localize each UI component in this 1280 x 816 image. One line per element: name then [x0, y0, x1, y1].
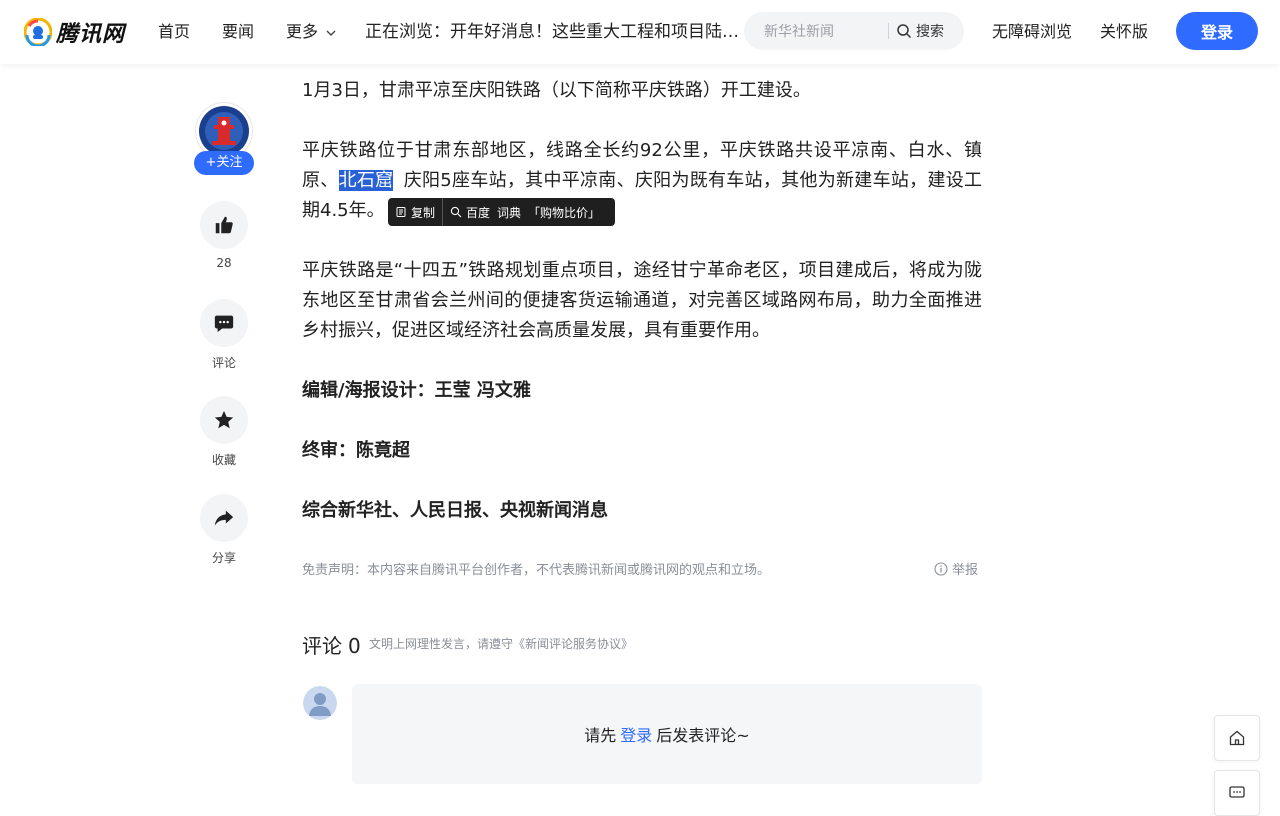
- search-input[interactable]: [762, 20, 886, 44]
- comment-label: 评论: [211, 356, 236, 370]
- login-button[interactable]: 登录: [1176, 12, 1258, 50]
- baidu-search-button[interactable]: 百度: [443, 198, 497, 226]
- message-icon: [1229, 786, 1245, 798]
- like-count: 28: [216, 256, 232, 270]
- thumbs-up-icon: [215, 216, 233, 234]
- search-button[interactable]: 搜索: [896, 21, 944, 41]
- tencent-logo-icon: [24, 18, 52, 46]
- nav-more-label: 更多: [286, 22, 319, 41]
- like-button[interactable]: [200, 201, 248, 249]
- review-credit: 终审：陈竟超: [302, 440, 410, 461]
- comments-heading: 评论 0: [302, 630, 361, 659]
- user-avatar-icon: [303, 686, 337, 720]
- current-user-avatar: [303, 686, 337, 720]
- site-logo[interactable]: 腾讯网: [24, 16, 125, 48]
- comments-title-label: 评论: [302, 634, 342, 658]
- search-divider: [888, 23, 889, 39]
- article-paragraph-1: 1月3日，甘肃平凉至庆阳铁路（以下简称平庆铁路）开工建设。: [302, 80, 811, 101]
- comment-prompt-after: 后发表评论~: [656, 726, 750, 745]
- follow-button[interactable]: +关注: [194, 151, 254, 175]
- disclaimer-text: 免责声明：本内容来自腾讯平台创作者，不代表腾讯新闻或腾讯网的观点和立场。: [302, 563, 771, 578]
- chevron-down-icon: [326, 30, 336, 36]
- report-label: 举报: [952, 563, 979, 578]
- favorite-button[interactable]: [200, 396, 248, 444]
- nav-headlines[interactable]: 要闻: [222, 20, 254, 44]
- price-compare-button[interactable]: 「购物比价」: [528, 198, 607, 226]
- comment-icon: [214, 315, 234, 333]
- now-browsing-title[interactable]: 正在浏览：开年好消息！这些重大工程和项目陆续开工: [365, 20, 740, 44]
- comment-login-link[interactable]: 登录: [620, 722, 652, 746]
- copy-button[interactable]: 复制: [388, 198, 442, 226]
- comment-prompt-before: 请先: [584, 726, 617, 745]
- share-label: 分享: [211, 551, 236, 565]
- top-header: 腾讯网 首页 要闻 更多 正在浏览：开年好消息！这些重大工程和项目陆续开工 搜索…: [0, 0, 1280, 64]
- dictionary-button[interactable]: 词典: [497, 198, 528, 226]
- selected-text[interactable]: 北石窟: [338, 170, 394, 191]
- floating-home-button[interactable]: [1214, 715, 1260, 761]
- share-button[interactable]: [200, 494, 248, 542]
- source-credit: 综合新华社、人民日报、央视新闻消息: [302, 500, 608, 521]
- copy-label: 复制: [411, 205, 436, 220]
- search-button-label: 搜索: [916, 24, 944, 40]
- baidu-label: 百度: [466, 205, 491, 220]
- accessibility-link[interactable]: 无障碍浏览: [992, 20, 1072, 44]
- search-icon: [450, 206, 462, 218]
- star-icon: [214, 410, 234, 429]
- comments-count: 0: [348, 634, 361, 658]
- info-circle-icon: [934, 561, 948, 576]
- care-mode-link[interactable]: 关怀版: [1100, 20, 1148, 44]
- floating-feedback-button[interactable]: [1214, 770, 1260, 816]
- comment-input-box[interactable]: 请先 登录 后发表评论~: [352, 684, 982, 784]
- site-logo-text: 腾讯网: [56, 22, 126, 47]
- search-icon: [897, 24, 912, 39]
- nav-home[interactable]: 首页: [158, 20, 190, 44]
- article-paragraph-3: 平庆铁路是“十四五”铁路规划重点项目，途经甘宁革命老区，项目建成后，将成为陇东地…: [302, 260, 982, 341]
- selection-toolbar: 复制 百度 词典 「购物比价」: [388, 198, 615, 226]
- home-icon: [1229, 730, 1245, 746]
- favorite-label: 收藏: [211, 453, 236, 467]
- comment-button[interactable]: [200, 299, 248, 347]
- share-arrow-icon: [214, 510, 234, 526]
- report-link[interactable]: 举报: [934, 559, 978, 578]
- nav-more[interactable]: 更多: [286, 20, 337, 44]
- search-box: 搜索: [744, 12, 964, 50]
- comments-guideline-note[interactable]: 文明上网理性发言，请遵守《新闻评论服务协议》: [369, 635, 633, 652]
- editor-credit: 编辑/海报设计：王莹 冯文雅: [302, 380, 531, 401]
- copy-icon: [396, 207, 406, 217]
